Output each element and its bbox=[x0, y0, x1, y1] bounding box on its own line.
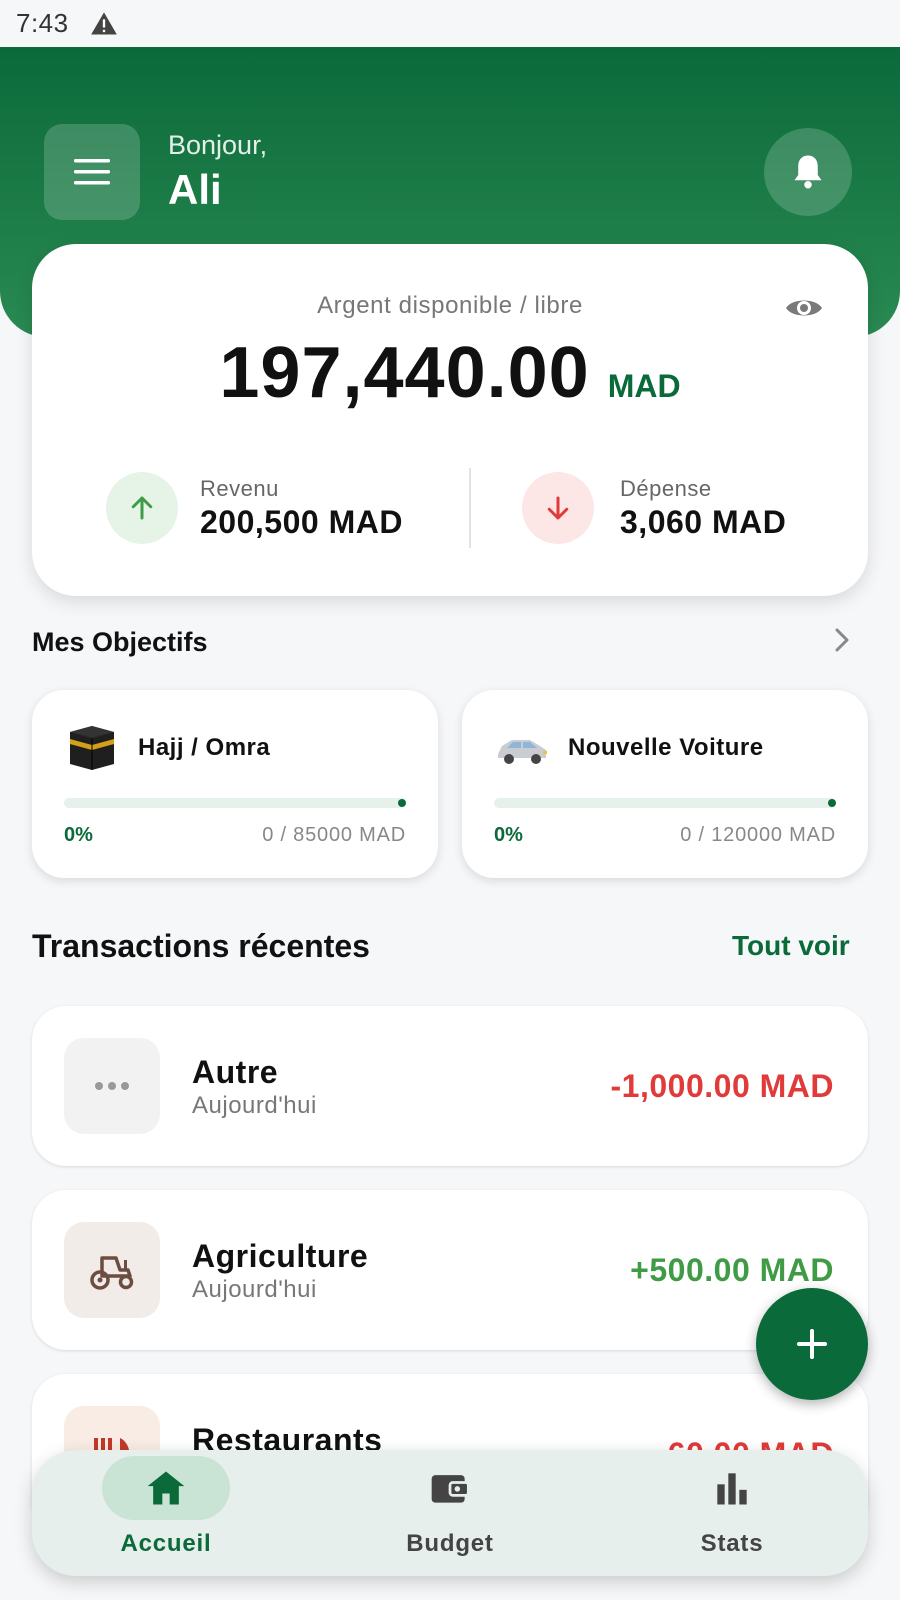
nav-label: Stats bbox=[700, 1530, 764, 1557]
more-dots-icon bbox=[95, 1082, 129, 1090]
wallet-icon bbox=[431, 1475, 470, 1503]
kaaba-icon bbox=[70, 726, 114, 770]
nav-item-budget[interactable]: Budget bbox=[350, 1450, 550, 1576]
goal-percent: 0% bbox=[494, 824, 523, 846]
balance-card: Argent disponible / libre 197,440.00 MAD… bbox=[32, 244, 868, 596]
tractor-icon bbox=[90, 1256, 134, 1290]
see-all-link[interactable]: Tout voir bbox=[732, 930, 850, 962]
income-badge bbox=[106, 472, 178, 544]
balance-amount-row: 197,440.00 MAD bbox=[32, 332, 868, 414]
add-transaction-button[interactable] bbox=[756, 1288, 868, 1400]
greeting-text: Bonjour, bbox=[168, 130, 268, 160]
home-icon bbox=[147, 1471, 185, 1505]
warning-icon bbox=[90, 11, 117, 35]
transaction-icon-box bbox=[64, 1222, 160, 1318]
transaction-amount: -1,000.00 MAD bbox=[610, 1068, 834, 1104]
transactions-section-title: Transactions récentes bbox=[32, 928, 370, 964]
goal-target: 0 / 85000 MAD bbox=[262, 824, 406, 846]
transaction-icon-box bbox=[64, 1038, 160, 1134]
notifications-button[interactable] bbox=[764, 128, 852, 216]
transaction-name: Agriculture bbox=[192, 1238, 369, 1274]
plus-icon bbox=[797, 1329, 827, 1359]
bell-icon bbox=[794, 155, 822, 189]
status-bar: 7:43 bbox=[0, 0, 900, 47]
nav-item-home[interactable]: Accueil bbox=[66, 1450, 266, 1576]
goal-card-hajj[interactable]: Hajj / Omra 0% 0 / 85000 MAD bbox=[32, 690, 438, 878]
car-icon bbox=[498, 740, 547, 764]
chevron-right-icon[interactable] bbox=[832, 626, 852, 654]
nav-label: Accueil bbox=[120, 1530, 212, 1557]
bar-chart-icon bbox=[717, 1473, 747, 1505]
goals-section-title: Mes Objectifs bbox=[32, 627, 208, 657]
balance-amount: 197,440.00 bbox=[219, 333, 590, 413]
stats-divider bbox=[469, 468, 471, 548]
menu-button[interactable] bbox=[44, 124, 140, 220]
eye-icon[interactable] bbox=[784, 294, 824, 322]
transaction-name: Autre bbox=[192, 1054, 279, 1090]
goal-progress-dot bbox=[398, 799, 406, 807]
balance-currency: MAD bbox=[607, 368, 681, 404]
goal-progress-bar bbox=[64, 798, 406, 808]
bottom-navigation: Accueil Budget Stats bbox=[32, 1450, 868, 1576]
goal-progress-dot bbox=[828, 799, 836, 807]
nav-item-stats[interactable]: Stats bbox=[632, 1450, 832, 1576]
nav-label: Budget bbox=[406, 1530, 494, 1557]
balance-label: Argent disponible / libre bbox=[317, 292, 583, 319]
transaction-row[interactable]: Autre Aujourd'hui -1,000.00 MAD bbox=[32, 1006, 868, 1166]
hamburger-icon bbox=[74, 159, 110, 185]
goal-card-car[interactable]: Nouvelle Voiture 0% 0 / 120000 MAD bbox=[462, 690, 868, 878]
user-name: Ali bbox=[168, 166, 222, 213]
goal-target: 0 / 120000 MAD bbox=[680, 824, 836, 846]
transaction-amount: +500.00 MAD bbox=[630, 1252, 834, 1288]
income-label: Revenu bbox=[200, 476, 279, 501]
expense-label: Dépense bbox=[620, 476, 712, 501]
goal-percent: 0% bbox=[64, 824, 93, 846]
income-value: 200,500 MAD bbox=[200, 504, 403, 540]
expense-badge bbox=[522, 472, 594, 544]
status-time: 7:43 bbox=[16, 8, 69, 38]
transaction-date: Aujourd'hui bbox=[192, 1276, 317, 1303]
transaction-date: Aujourd'hui bbox=[192, 1092, 317, 1119]
transaction-row[interactable]: Agriculture Aujourd'hui +500.00 MAD bbox=[32, 1190, 868, 1350]
arrow-up-icon bbox=[131, 496, 153, 520]
goal-progress-bar bbox=[494, 798, 836, 808]
goal-name: Hajj / Omra bbox=[138, 734, 271, 761]
goal-name: Nouvelle Voiture bbox=[568, 734, 764, 761]
arrow-down-icon bbox=[547, 496, 569, 520]
income-expense-row: Revenu 200,500 MAD Dépense 3,060 MAD bbox=[32, 468, 868, 548]
expense-value: 3,060 MAD bbox=[620, 504, 787, 540]
